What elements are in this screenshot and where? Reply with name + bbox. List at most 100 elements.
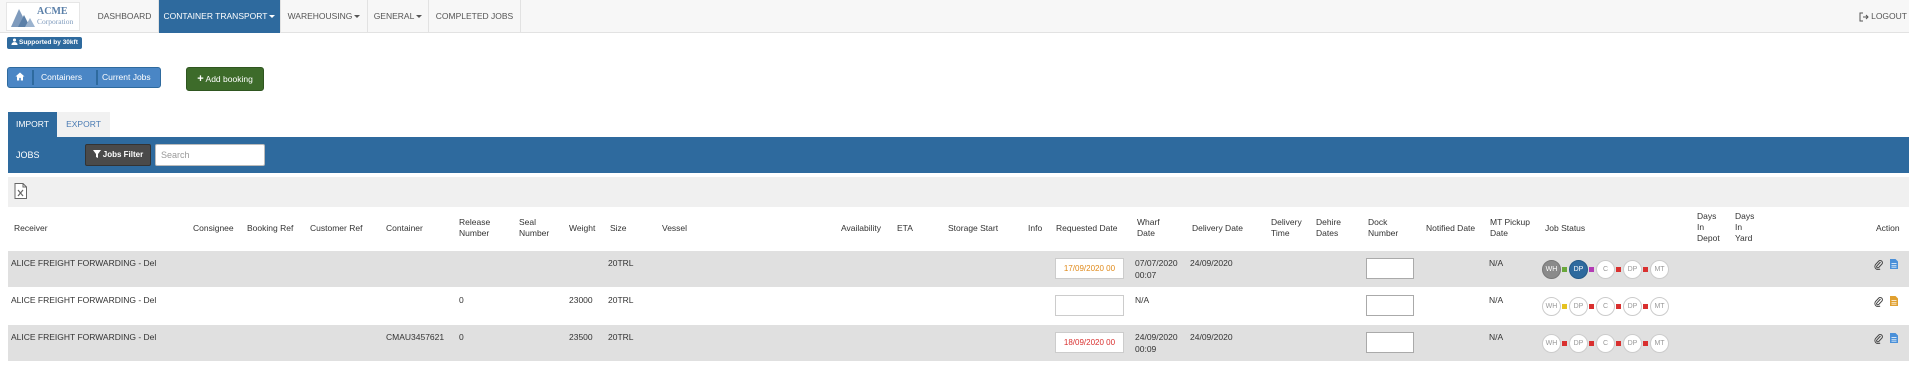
cell-receiver: ALICE FREIGHT FORWARDING - Del [11,258,157,268]
job-status-step[interactable]: DP [1623,334,1642,353]
col-job-status[interactable]: Job Status [1545,223,1585,234]
logo-mark-icon [11,9,35,27]
cell-size: 20TRL [608,332,634,342]
search-input[interactable]: Search [155,144,265,166]
col-seal-number[interactable]: Seal Number [519,217,555,239]
dock-number-input[interactable] [1366,295,1414,316]
status-link-marker [1643,341,1648,346]
col-weight[interactable]: Weight [569,223,595,234]
cell-weight: 23000 [569,295,593,305]
col-container[interactable]: Container [386,223,423,234]
status-link-marker [1643,304,1648,309]
breadcrumb-current-jobs[interactable]: Current Jobs [102,68,151,87]
filter-icon [92,150,101,158]
add-booking-button[interactable]: + Add booking [186,67,264,91]
job-status-step[interactable]: WH [1542,334,1561,353]
col-size[interactable]: Size [610,223,627,234]
job-status-step[interactable]: C [1596,334,1615,353]
col-action[interactable]: Action [1876,223,1900,234]
table-row[interactable]: ALICE FREIGHT FORWARDING - Del 0 23000 20TR… [8,288,1909,324]
col-availability[interactable]: Availability [841,223,881,234]
company-logo[interactable]: ACME Corporation [6,2,80,31]
job-status-step[interactable]: DP [1569,297,1588,316]
job-status-step[interactable]: MT [1650,297,1669,316]
job-status-step[interactable]: MT [1650,334,1669,353]
status-link-marker [1616,267,1621,272]
cell-mt-pickup-date: N/A [1489,332,1504,342]
breadcrumb-home[interactable] [8,68,32,87]
table-row[interactable]: ALICE FREIGHT FORWARDING - Del CMAU345762… [8,325,1909,361]
document-icon[interactable] [1890,259,1898,269]
cell-wharf-time: 00:09 [1135,344,1157,354]
col-booking-ref[interactable]: Booking Ref [247,223,293,234]
col-delivery-time[interactable]: Delivery Time [1271,217,1311,239]
col-dock-number[interactable]: Dock Number [1368,217,1402,239]
col-notified-date[interactable]: Notified Date [1426,223,1475,234]
paperclip-icon[interactable] [1874,296,1883,307]
breadcrumb-containers[interactable]: Containers [41,68,82,87]
job-status-step[interactable]: MT [1650,260,1669,279]
col-mt-pickup-date[interactable]: MT Pickup Date [1490,217,1536,239]
job-status-step[interactable]: C [1596,297,1615,316]
cell-mt-pickup-date: N/A [1489,295,1504,305]
cell-wharf-date: N/A [1135,295,1150,305]
col-vessel[interactable]: Vessel [662,223,687,234]
tab-export[interactable]: EXPORT [57,112,110,137]
col-days-in-depot[interactable]: Days In Depot [1697,211,1723,244]
col-delivery-date[interactable]: Delivery Date [1192,223,1243,234]
chevron-down-icon [416,15,423,19]
paperclip-icon[interactable] [1874,333,1883,344]
breadcrumb-separator [96,70,98,85]
requested-date-input[interactable]: 18/09/2020 00 [1055,332,1124,353]
requested-date-input[interactable] [1055,295,1124,316]
status-link-marker [1589,304,1594,309]
col-receiver[interactable]: Receiver [14,223,48,234]
brand-name: ACME [37,6,68,17]
col-wharf-date[interactable]: Wharf Date [1137,217,1171,239]
plus-icon: + [197,73,204,85]
job-status-step[interactable]: DP [1569,334,1588,353]
dock-number-input[interactable] [1366,332,1414,353]
col-info[interactable]: Info [1028,223,1042,234]
document-icon[interactable] [1890,296,1898,306]
excel-export-icon[interactable] [14,183,27,199]
col-eta[interactable]: ETA [897,223,913,234]
cell-container: CMAU3457621 [386,332,445,342]
job-status-step[interactable]: DP [1623,297,1642,316]
job-status-step[interactable]: WH [1542,297,1561,316]
paperclip-icon[interactable] [1874,259,1883,270]
home-icon [15,72,25,81]
breadcrumb-separator [32,70,34,85]
status-link-marker [1589,341,1594,346]
jobs-filter-button[interactable]: Jobs Filter [85,144,151,166]
brand-subtitle: Corporation [37,17,74,26]
nav-general[interactable]: GENERAL [368,0,429,33]
document-icon[interactable] [1890,333,1898,343]
nav-completed-jobs[interactable]: COMPLETED JOBS [429,0,521,33]
col-days-in-yard[interactable]: Days In Yard [1735,211,1761,244]
job-status-step[interactable]: WH [1542,260,1561,279]
col-requested-date[interactable]: Requested Date [1056,223,1117,234]
export-toolbar [8,177,1909,207]
col-customer-ref[interactable]: Customer Ref [310,223,362,234]
cell-receiver: ALICE FREIGHT FORWARDING - Del [11,295,157,305]
tab-import[interactable]: IMPORT [8,112,57,137]
nav-warehousing[interactable]: WAREHOUSING [281,0,368,33]
status-link-marker [1562,267,1567,272]
table-row[interactable]: ALICE FREIGHT FORWARDING - Del 20TRL 17/09… [8,251,1909,287]
nav-dashboard[interactable]: DASHBOARD [91,0,159,33]
user-icon [11,38,18,45]
col-storage-start[interactable]: Storage Start [948,223,998,234]
requested-date-input[interactable]: 17/09/2020 00 [1055,258,1124,279]
job-status-step[interactable]: C [1596,260,1615,279]
col-release-number[interactable]: Release Number [459,217,499,239]
job-status-step[interactable]: DP [1623,260,1642,279]
jobs-filter-label: Jobs Filter [102,150,144,159]
job-status-step[interactable]: DP [1569,260,1588,279]
logout-button[interactable]: LOGOUT [1859,0,1907,33]
nav-container-transport[interactable]: CONTAINER TRANSPORT [159,0,281,33]
dock-number-input[interactable] [1366,258,1414,279]
col-dehire-dates[interactable]: Dehire Dates [1316,217,1350,239]
nav-completed-jobs-label: COMPLETED JOBS [435,11,514,21]
col-consignee[interactable]: Consignee [193,223,234,234]
